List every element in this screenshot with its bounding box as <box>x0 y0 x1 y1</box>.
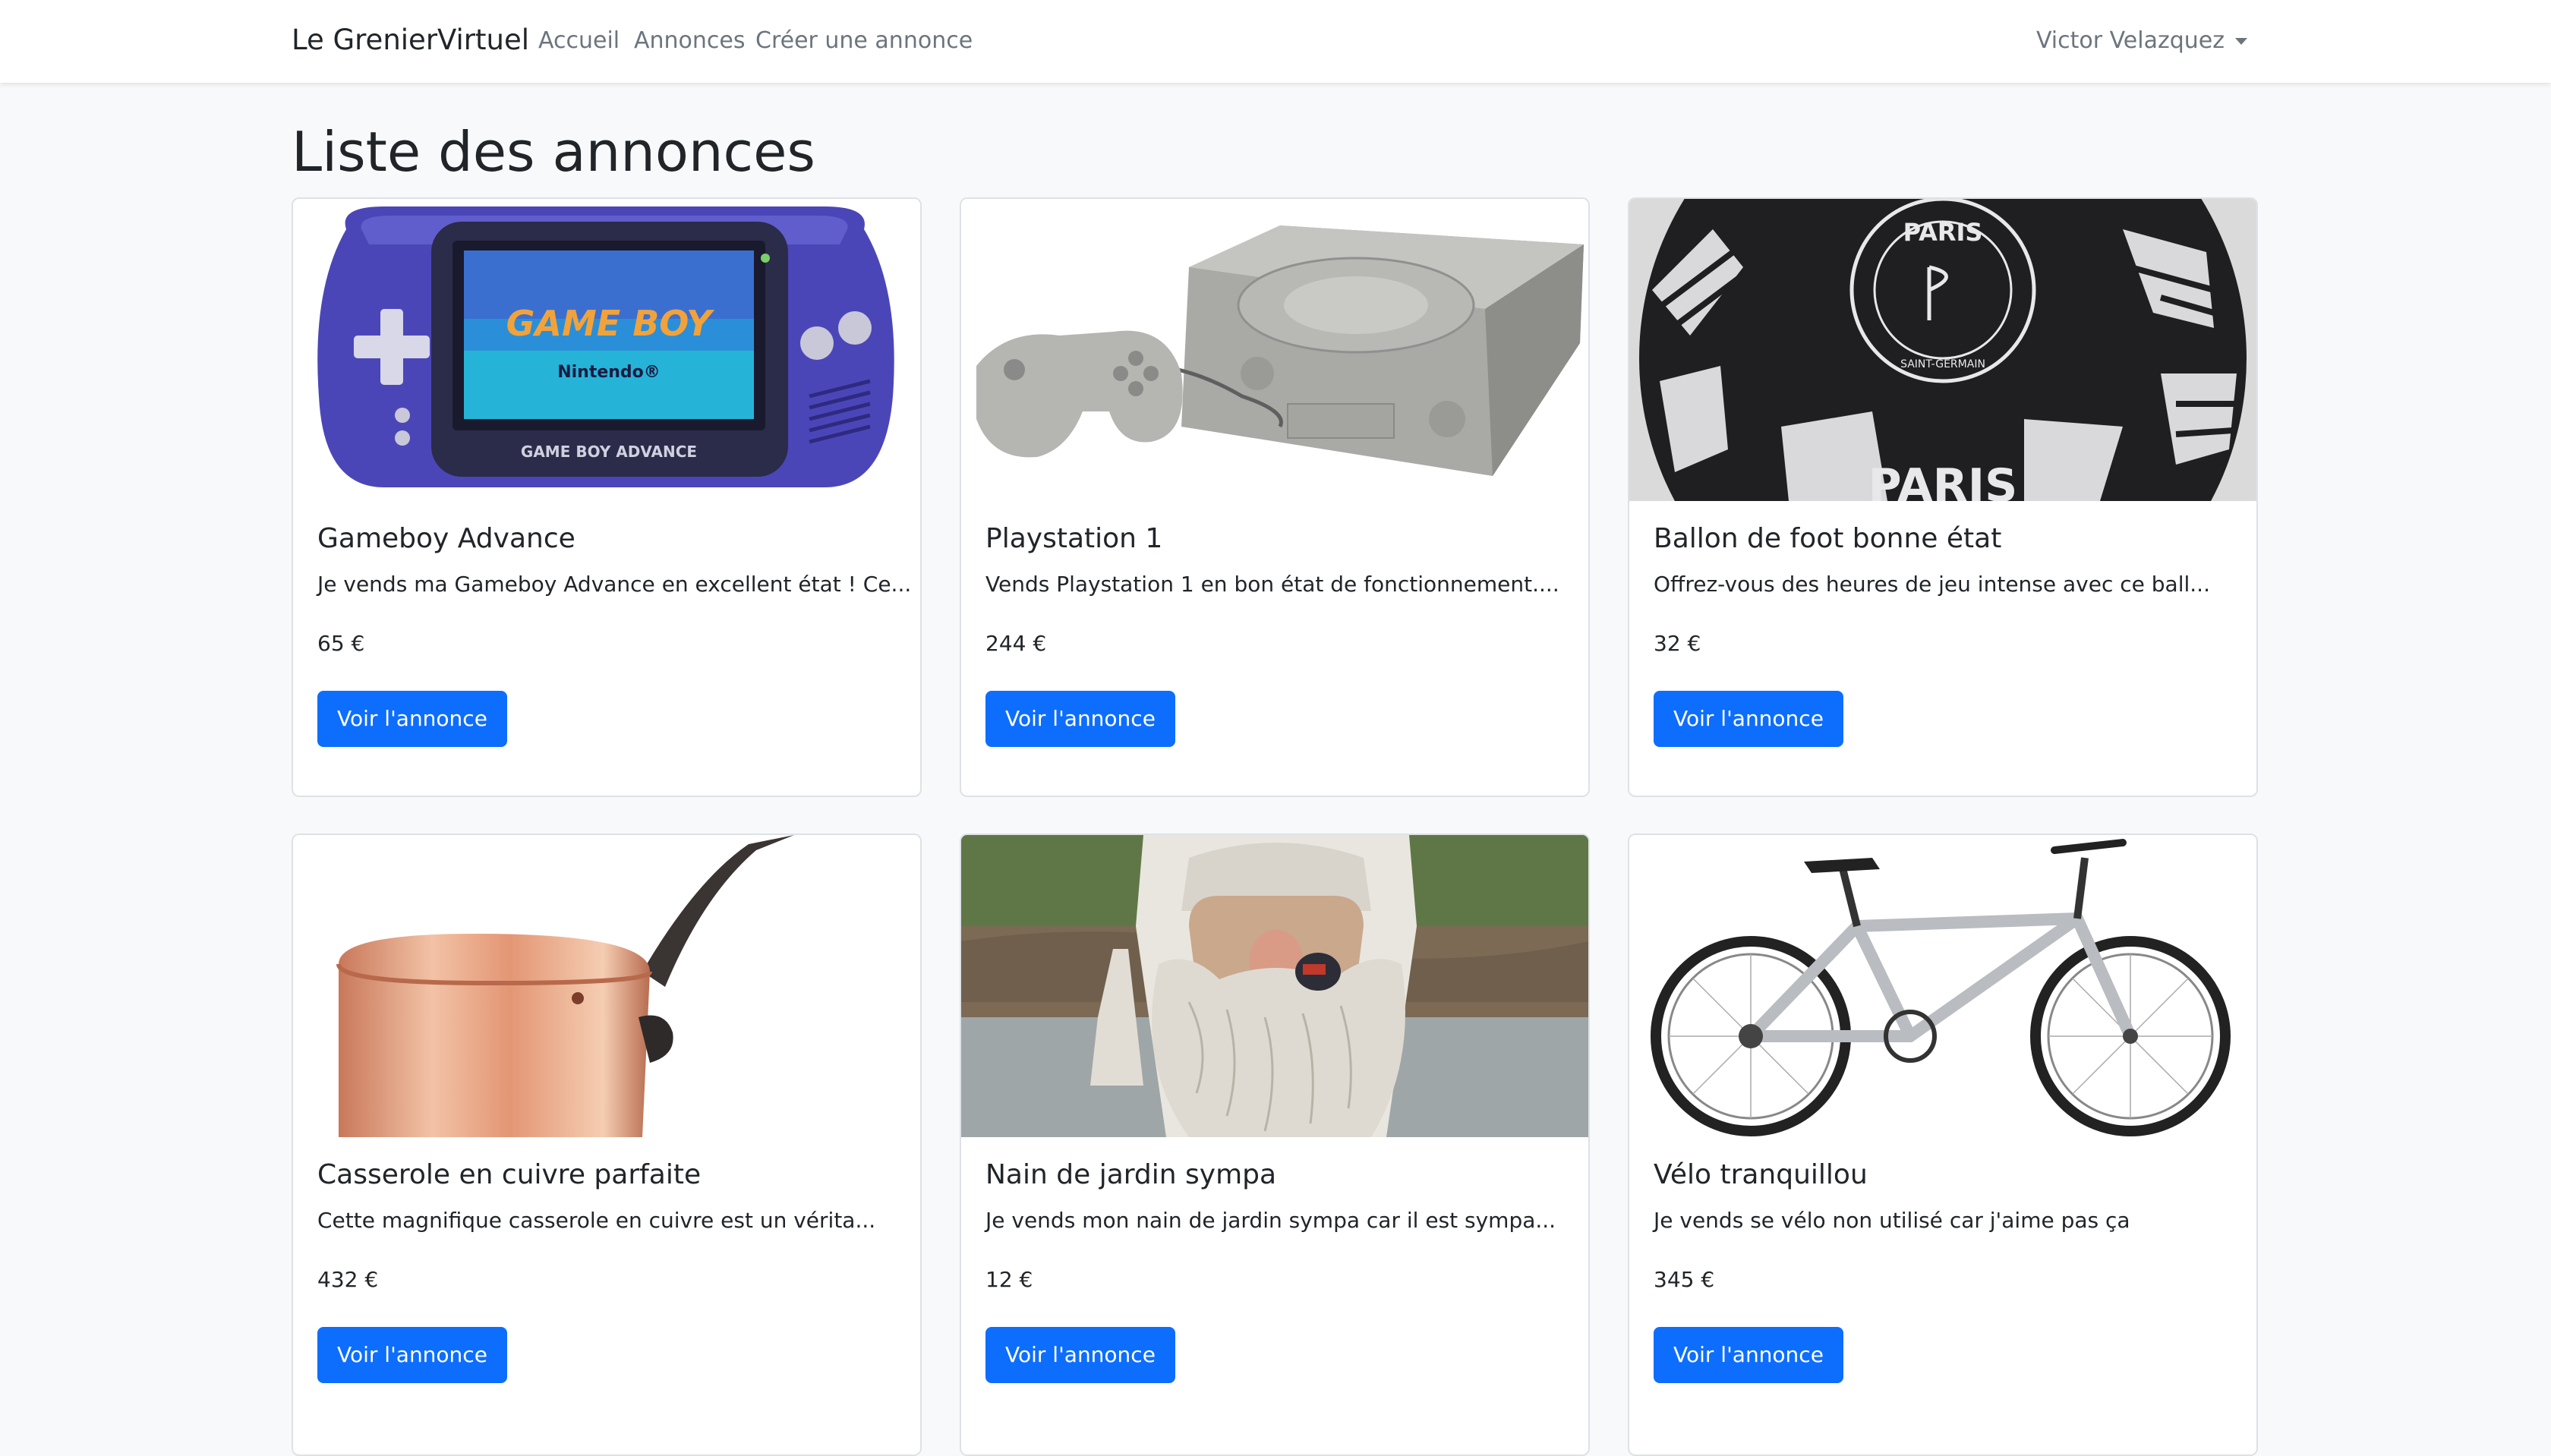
listing-title: Nain de jardin sympa <box>985 1159 1277 1190</box>
listing-description: Cette magnifique casserole en cuivre est… <box>317 1208 876 1233</box>
listing-description: Offrez-vous des heures de jeu intense av… <box>1654 572 2210 597</box>
listing-price: 12 € <box>985 1267 1033 1292</box>
soccer-ball-image: PARIS SAINT-GERMAIN PARIS <box>1629 199 2256 501</box>
listing-image <box>293 835 920 1137</box>
listing-description: Je vends se vélo non utilisé car j'aime … <box>1654 1208 2130 1233</box>
listing-card: PARIS SAINT-GERMAIN PARIS Ballon de foot… <box>1628 197 2258 797</box>
listing-image <box>1629 835 2256 1137</box>
listing-price: 345 € <box>1654 1267 1715 1292</box>
nav-link-annonces[interactable]: Annonces <box>634 25 746 57</box>
user-name: Victor Velazquez <box>2035 27 2225 54</box>
listing-title: Playstation 1 <box>985 523 1163 554</box>
listing-title: Ballon de foot bonne état <box>1654 523 2002 554</box>
listing-price: 65 € <box>317 631 365 656</box>
listing-card: Vélo tranquillou Je vends se vélo non ut… <box>1628 834 2258 1456</box>
svg-text:GAME BOY: GAME BOY <box>506 303 715 344</box>
listing-title: Vélo tranquillou <box>1654 1159 1868 1190</box>
ball-bottom-text: PARIS <box>1868 459 2018 501</box>
svg-text:GAME BOY ADVANCE: GAME BOY ADVANCE <box>521 443 697 461</box>
listing-title: Casserole en cuivre parfaite <box>317 1159 702 1190</box>
listing-image: GAME BOY Nintendo® GAME BOY ADVANCE <box>293 199 920 501</box>
listing-card: GAME BOY Nintendo® GAME BOY ADVANCE Game… <box>292 197 922 797</box>
listing-card: Playstation 1 Vends Playstation 1 en bon… <box>960 197 1590 797</box>
garden-gnome-image <box>961 835 1588 1137</box>
listing-card: Nain de jardin sympa Je vends mon nain d… <box>960 834 1590 1456</box>
user-menu-dropdown[interactable]: Victor Velazquez <box>2036 25 2247 57</box>
listing-description: Vends Playstation 1 en bon état de fonct… <box>985 572 1559 597</box>
svg-text:Nintendo®: Nintendo® <box>557 363 661 382</box>
view-listing-button[interactable]: Voir l'annonce <box>1654 1327 1843 1383</box>
navbar: Le GrenierVirtuel Accueil Annonces Créer… <box>0 0 2551 83</box>
listing-price: 244 € <box>985 631 1047 656</box>
playstation-image <box>961 199 1588 501</box>
ball-crest-subtext: SAINT-GERMAIN <box>1900 358 1985 370</box>
listing-image <box>961 835 1588 1137</box>
page-title: Liste des annonces <box>292 120 815 184</box>
listing-description: Je vends ma Gameboy Advance en excellent… <box>317 572 912 597</box>
listing-card: Casserole en cuivre parfaite Cette magni… <box>292 834 922 1456</box>
nav-link-creer-annonce[interactable]: Créer une annonce <box>755 25 973 57</box>
listing-price: 32 € <box>1654 631 1701 656</box>
listing-image: PARIS SAINT-GERMAIN PARIS <box>1629 199 2256 501</box>
view-listing-button[interactable]: Voir l'annonce <box>985 1327 1175 1383</box>
view-listing-button[interactable]: Voir l'annonce <box>985 691 1175 747</box>
ball-crest-text: PARIS <box>1903 218 1983 247</box>
listing-image <box>961 199 1588 501</box>
copper-pot-image <box>293 835 920 1137</box>
brand-logo[interactable]: Le GrenierVirtuel <box>292 21 529 59</box>
caret-down-icon <box>2235 37 2247 45</box>
listing-title: Gameboy Advance <box>317 523 575 554</box>
listing-description: Je vends mon nain de jardin sympa car il… <box>985 1208 1556 1233</box>
listing-price: 432 € <box>317 1267 379 1292</box>
bicycle-image <box>1629 835 2256 1137</box>
gameboy-advance-image: GAME BOY Nintendo® GAME BOY ADVANCE <box>293 199 920 501</box>
view-listing-button[interactable]: Voir l'annonce <box>317 691 507 747</box>
view-listing-button[interactable]: Voir l'annonce <box>1654 691 1843 747</box>
nav-link-accueil[interactable]: Accueil <box>538 25 620 57</box>
view-listing-button[interactable]: Voir l'annonce <box>317 1327 507 1383</box>
